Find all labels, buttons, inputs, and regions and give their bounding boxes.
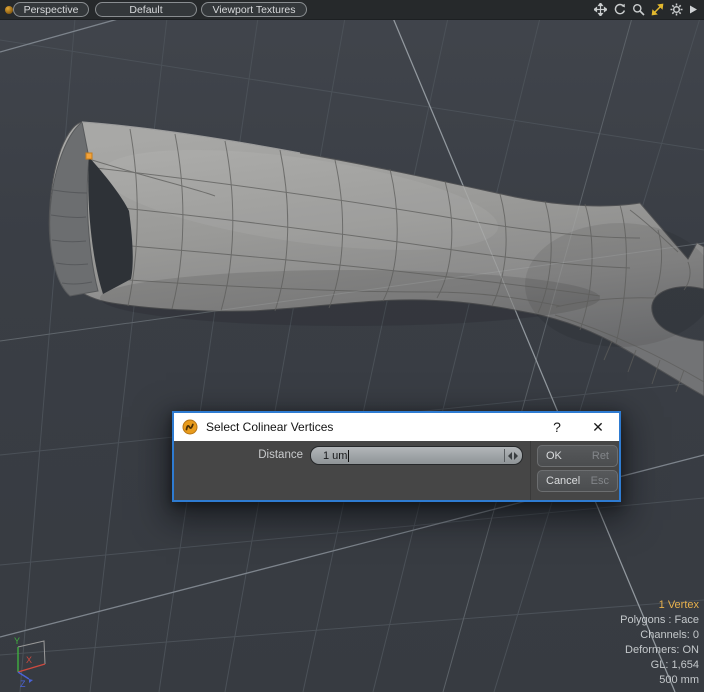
viewport-background [0,0,704,692]
dialog-divider [530,441,531,500]
value-spinner[interactable] [504,449,520,462]
status-gl: GL: 1,654 [620,658,699,673]
rotate-icon[interactable] [613,3,626,16]
dialog-body: Distance 1 um OK Ret Cancel Esc [174,441,619,500]
expand-arrow-icon[interactable] [689,3,698,16]
viewport-toolbar: Perspective Default Viewport Textures [0,0,704,20]
gear-icon[interactable] [670,3,683,16]
status-grid-size: 500 mm [620,673,699,688]
dialog-close-button[interactable]: ✕ [577,419,619,436]
perspective-button[interactable]: Perspective [13,2,89,17]
pan-icon[interactable] [594,3,607,16]
viewport-state-dot[interactable] [5,6,13,14]
dialog-title: Select Colinear Vertices [206,420,537,434]
cancel-button[interactable]: Cancel Esc [537,470,618,492]
cancel-shortcut-hint: Esc [591,475,609,487]
viewport-tool-icons [594,1,698,18]
distance-input[interactable]: 1 um [310,446,523,465]
gizmo-z-label: Z [20,679,26,689]
spinner-arrows-icon [508,452,518,460]
dialog-titlebar[interactable]: Select Colinear Vertices ? ✕ [174,413,619,441]
text-caret [348,450,349,462]
application-window: Y X Z Perspective Default Viewport Textu… [0,0,704,692]
shading-default-button[interactable]: Default [95,2,197,17]
gizmo-y-label: Y [14,636,20,646]
gizmo-x-label: X [26,655,32,665]
select-colinear-vertices-dialog: Select Colinear Vertices ? ✕ Distance 1 … [172,411,621,502]
viewport-textures-button[interactable]: Viewport Textures [201,2,307,17]
cancel-button-label: Cancel [546,475,580,487]
ok-button[interactable]: OK Ret [537,445,618,467]
ok-shortcut-hint: Ret [592,450,609,462]
status-polygons: Polygons : Face [620,613,699,628]
dialog-help-button[interactable]: ? [537,419,577,435]
viewport-status-readout: 1 Vertex Polygons : Face Channels: 0 Def… [620,598,699,688]
distance-input-value: 1 um [323,450,347,462]
ok-button-label: OK [546,450,562,462]
status-selection: 1 Vertex [620,598,699,613]
maximize-icon[interactable] [651,3,664,16]
status-channels: Channels: 0 [620,628,699,643]
3d-viewport[interactable]: Y X Z [0,0,704,692]
distance-field-label: Distance [174,446,303,465]
status-deformers: Deformers: ON [620,643,699,658]
zoom-icon[interactable] [632,3,645,16]
app-logo-icon [182,419,198,435]
selected-vertex[interactable] [86,153,92,159]
